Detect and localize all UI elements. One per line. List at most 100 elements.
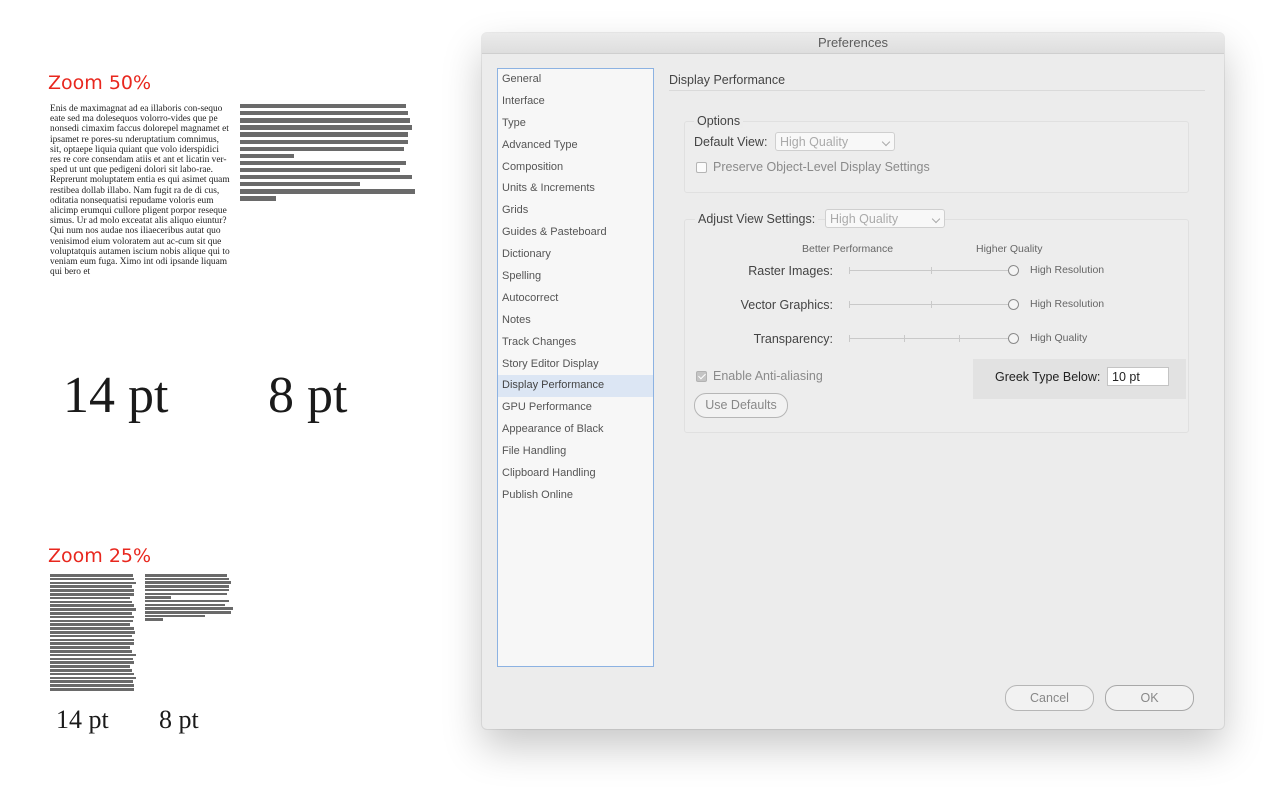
greek-line xyxy=(240,175,412,180)
greek-line xyxy=(50,608,136,611)
raster-images-slider[interactable] xyxy=(849,270,1009,271)
vector-graphics-label: Vector Graphics: xyxy=(740,298,833,312)
greek-line xyxy=(50,661,134,664)
greek-line xyxy=(145,577,229,581)
preserve-settings-label: Preserve Object-Level Display Settings xyxy=(713,160,930,174)
default-view-label: Default View: xyxy=(694,135,768,149)
sidebar-item-story-editor-display[interactable]: Story Editor Display xyxy=(498,354,653,376)
sidebar-item-file-handling[interactable]: File Handling xyxy=(498,441,653,463)
preserve-settings-checkbox[interactable] xyxy=(696,162,707,173)
transparency-slider[interactable] xyxy=(849,338,1009,339)
sidebar-item-track-changes[interactable]: Track Changes xyxy=(498,332,653,354)
greek-line xyxy=(240,189,415,194)
adjust-view-value: High Quality xyxy=(830,212,899,226)
options-legend: Options xyxy=(694,114,744,128)
sidebar-item-interface[interactable]: Interface xyxy=(498,91,653,113)
greek-line xyxy=(50,581,136,585)
sidebar-item-publish-online[interactable]: Publish Online xyxy=(498,485,653,507)
slider-tick xyxy=(959,335,960,342)
adjust-view-select[interactable]: High Quality xyxy=(825,209,945,228)
greek-line xyxy=(240,125,412,130)
greek-line xyxy=(145,585,229,588)
greek-line xyxy=(145,614,205,618)
size-label-8pt-zoom25: 8 pt xyxy=(159,705,199,734)
sidebar-item-autocorrect[interactable]: Autocorrect xyxy=(498,288,653,310)
greek-line xyxy=(145,599,229,603)
sidebar-item-dictionary[interactable]: Dictionary xyxy=(498,244,653,266)
dialog-title: Preferences xyxy=(482,33,1224,54)
cancel-button[interactable]: Cancel xyxy=(1005,685,1094,711)
zoom-50-label: Zoom 50% xyxy=(48,72,152,94)
sidebar-item-notes[interactable]: Notes xyxy=(498,310,653,332)
better-performance-label: Better Performance xyxy=(802,243,894,255)
vector-graphics-value: High Resolution xyxy=(1030,298,1105,310)
use-defaults-button[interactable]: Use Defaults xyxy=(694,393,788,418)
sidebar-item-composition[interactable]: Composition xyxy=(498,157,653,179)
greek-line xyxy=(50,589,134,592)
greek-line xyxy=(145,574,227,577)
greek-line xyxy=(240,118,410,123)
preferences-sidebar: General Interface Type Advanced Type Composi… xyxy=(497,68,654,667)
greek-line xyxy=(240,153,294,159)
sidebar-item-display-performance[interactable]: Display Performance xyxy=(498,375,653,398)
sidebar-item-gpu-performance[interactable]: GPU Performance xyxy=(498,397,653,419)
raster-images-slider-handle[interactable] xyxy=(1008,265,1019,276)
greek-line xyxy=(50,596,130,600)
greek-line xyxy=(50,684,134,687)
greek-line xyxy=(50,604,134,607)
greek-line xyxy=(50,577,134,581)
greek-line xyxy=(145,581,231,584)
vector-graphics-slider-handle[interactable] xyxy=(1008,299,1019,310)
greek-line xyxy=(50,638,134,642)
anti-aliasing-label: Enable Anti-aliasing xyxy=(713,369,823,383)
greek-line xyxy=(50,680,133,683)
greek-line xyxy=(240,111,408,116)
transparency-slider-handle[interactable] xyxy=(1008,333,1019,344)
greek-line xyxy=(50,615,134,619)
sidebar-item-type[interactable]: Type xyxy=(498,113,653,135)
sidebar-item-spelling[interactable]: Spelling xyxy=(498,266,653,288)
sidebar-item-units-and-increments[interactable]: Units & Increments xyxy=(498,178,653,200)
anti-aliasing-checkbox[interactable] xyxy=(696,371,707,382)
greek-line xyxy=(50,593,134,596)
greek-line xyxy=(50,619,133,623)
raster-images-value: High Resolution xyxy=(1030,264,1105,276)
greek-type-label: Greek Type Below: xyxy=(995,370,1101,384)
greek-line xyxy=(50,612,132,615)
greek-type-input[interactable] xyxy=(1107,367,1169,386)
greek-line xyxy=(240,160,406,166)
greek-line xyxy=(240,196,276,201)
transparency-value: High Quality xyxy=(1030,332,1088,344)
section-divider xyxy=(669,90,1205,91)
sidebar-item-grids[interactable]: Grids xyxy=(498,200,653,222)
sidebar-item-guides-and-pasteboard[interactable]: Guides & Pasteboard xyxy=(498,222,653,244)
greek-line xyxy=(50,665,130,668)
greek-line xyxy=(145,618,163,621)
greek-line xyxy=(50,653,136,657)
greek-line xyxy=(50,676,136,680)
slider-tick xyxy=(849,267,850,274)
size-label-8pt-zoom50: 8 pt xyxy=(268,367,348,424)
zoom-25-label: Zoom 25% xyxy=(48,545,152,567)
greek-line xyxy=(50,600,132,604)
sidebar-item-general[interactable]: General xyxy=(498,69,653,91)
sidebar-item-appearance-of-black[interactable]: Appearance of Black xyxy=(498,419,653,441)
ok-button[interactable]: OK xyxy=(1105,685,1194,711)
greek-line xyxy=(50,650,132,653)
greek-line xyxy=(240,139,408,144)
greek-line xyxy=(240,104,406,109)
sidebar-item-clipboard-handling[interactable]: Clipboard Handling xyxy=(498,463,653,485)
greek-line xyxy=(240,167,400,173)
sidebar-item-advanced-type[interactable]: Advanced Type xyxy=(498,135,653,157)
sample-text-14pt: Enis de maximagnat ad ea illaboris con-s… xyxy=(50,104,230,278)
vector-graphics-slider[interactable] xyxy=(849,304,1009,305)
default-view-value: High Quality xyxy=(780,135,849,149)
greek-line xyxy=(50,627,134,630)
greek-line xyxy=(145,588,229,592)
greek-line xyxy=(50,657,133,661)
default-view-select[interactable]: High Quality xyxy=(775,132,895,151)
higher-quality-label: Higher Quality xyxy=(976,243,1043,255)
greek-line xyxy=(145,603,225,607)
transparency-label: Transparency: xyxy=(753,332,833,346)
greek-line xyxy=(240,182,360,187)
